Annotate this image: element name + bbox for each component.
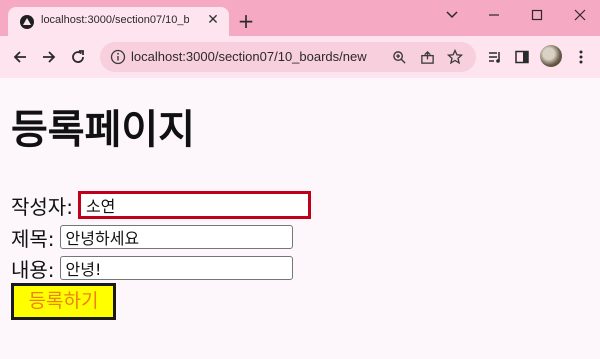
minimize-icon — [489, 14, 499, 16]
chevron-down-icon — [446, 11, 458, 19]
minimize-button[interactable] — [472, 0, 516, 30]
close-icon — [574, 9, 586, 21]
tab-strip: localhost:3000/section07/10_boards/new ✕… — [0, 0, 600, 36]
reload-button[interactable] — [66, 45, 90, 69]
arrow-right-icon — [43, 51, 56, 63]
favicon-icon — [20, 15, 34, 29]
tab-title: localhost:3000/section07/10_boards/new — [41, 14, 189, 26]
share-icon[interactable] — [418, 48, 436, 66]
content-row: 내용: — [11, 253, 293, 283]
content-input[interactable] — [59, 256, 293, 280]
content-label: 내용: — [11, 257, 55, 282]
close-window-button[interactable] — [558, 0, 600, 30]
zoom-icon[interactable] — [390, 48, 408, 66]
close-tab-icon[interactable]: ✕ — [205, 12, 221, 28]
profile-avatar[interactable] — [540, 45, 562, 67]
page-title: 등록페이지 — [11, 107, 195, 153]
browser-toolbar: localhost:3000/section07/10_boards/new — [0, 36, 600, 78]
tab-search-button[interactable] — [430, 0, 474, 30]
forward-button[interactable] — [37, 45, 61, 69]
reload-icon — [72, 50, 84, 63]
page-viewport: 등록페이지 작성자: 제목: 내용: 등록하기 — [0, 78, 600, 359]
url-text[interactable]: localhost:3000/section07/10_boards/new — [131, 49, 367, 64]
title-row: 제목: — [11, 222, 293, 252]
menu-kebab-icon[interactable] — [570, 46, 592, 68]
writer-input[interactable] — [77, 191, 311, 219]
site-info-icon[interactable] — [110, 49, 126, 65]
media-control-icon[interactable] — [484, 46, 506, 68]
address-bar[interactable]: localhost:3000/section07/10_boards/new — [100, 42, 476, 72]
title-label: 제목: — [11, 226, 55, 251]
side-panel-icon[interactable] — [511, 46, 533, 68]
browser-tab[interactable]: localhost:3000/section07/10_boards/new ✕ — [8, 7, 229, 36]
title-input[interactable] — [59, 225, 293, 249]
bookmark-star-icon[interactable] — [446, 48, 464, 66]
submit-button[interactable]: 등록하기 — [11, 283, 116, 320]
writer-label: 작성자: — [11, 194, 73, 219]
writer-row: 작성자: — [11, 190, 311, 220]
back-button[interactable] — [8, 45, 32, 69]
arrow-left-icon — [13, 51, 26, 63]
new-tab-button[interactable]: + — [236, 11, 256, 31]
maximize-button[interactable] — [515, 0, 559, 30]
maximize-icon — [531, 9, 543, 21]
